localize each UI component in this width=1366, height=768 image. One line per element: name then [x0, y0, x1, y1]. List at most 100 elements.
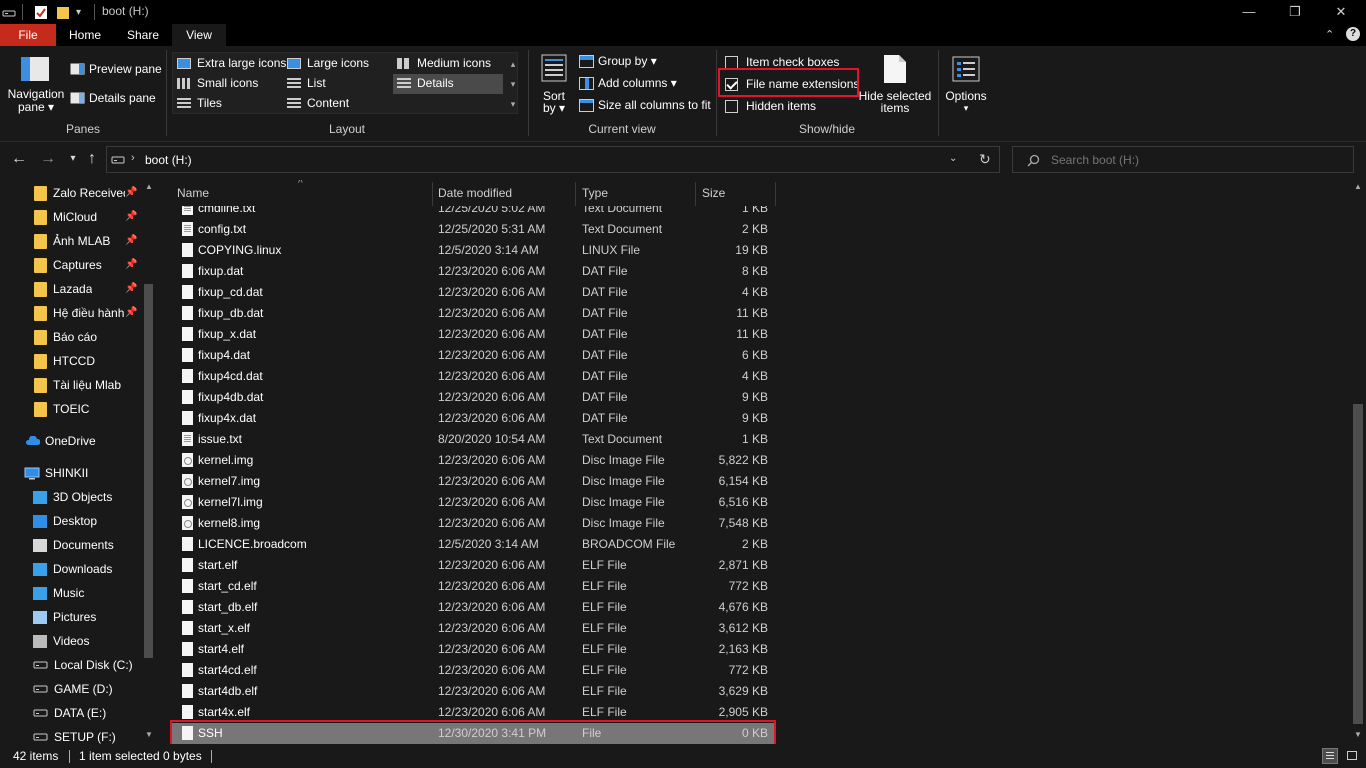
- scroll-up-icon[interactable]: ▲: [1354, 182, 1362, 191]
- sidebar-item-pc[interactable]: Videos: [0, 630, 142, 652]
- item-check-boxes-checkbox[interactable]: [725, 55, 738, 69]
- file-row[interactable]: COPYING.linux 12/5/2020 3:14 AM LINUX Fi…: [172, 240, 774, 261]
- sidebar-item-quick-access[interactable]: MiCloud: [0, 206, 142, 228]
- file-row[interactable]: issue.txt 8/20/2020 10:54 AM Text Docume…: [172, 429, 774, 450]
- tab-home[interactable]: Home: [56, 24, 114, 46]
- sidebar-item-quick-access[interactable]: Hệ điều hành: [0, 302, 142, 324]
- sidebar-item-pc[interactable]: GAME (D:): [0, 678, 142, 700]
- sidebar-item-quick-access[interactable]: Captures: [0, 254, 142, 276]
- file-row[interactable]: kernel7.img 12/23/2020 6:06 AM Disc Imag…: [172, 471, 774, 492]
- sidebar-item-this-pc[interactable]: SHINKII: [0, 462, 142, 484]
- file-row[interactable]: kernel.img 12/23/2020 6:06 AM Disc Image…: [172, 450, 774, 471]
- sort-by-button[interactable]: Sort by ▾: [536, 52, 572, 118]
- sidebar-item-pc[interactable]: 3D Objects: [0, 486, 142, 508]
- scroll-up-icon[interactable]: ▲: [145, 182, 153, 191]
- file-row[interactable]: kernel7l.img 12/23/2020 6:06 AM Disc Ima…: [172, 492, 774, 513]
- refresh-icon[interactable]: ↻: [979, 151, 991, 168]
- file-row[interactable]: start_cd.elf 12/23/2020 6:06 AM ELF File…: [172, 576, 774, 597]
- sidebar-item-pc[interactable]: Documents: [0, 534, 142, 556]
- file-row[interactable]: fixup4.dat 12/23/2020 6:06 AM DAT File 6…: [172, 345, 774, 366]
- search-box[interactable]: [1012, 146, 1354, 173]
- collapse-ribbon-icon[interactable]: ⌃: [1325, 28, 1334, 41]
- sidebar-item-pc[interactable]: Downloads: [0, 558, 142, 580]
- file-row[interactable]: fixup.dat 12/23/2020 6:06 AM DAT File 8 …: [172, 261, 774, 282]
- column-header-name[interactable]: Name: [177, 186, 209, 202]
- sidebar-item-onedrive[interactable]: OneDrive: [0, 430, 142, 452]
- column-header-type[interactable]: Type: [582, 186, 608, 202]
- recent-locations-chevron-icon[interactable]: ▾: [63, 149, 83, 169]
- search-input[interactable]: [1051, 151, 1341, 169]
- sidebar-item-pc[interactable]: Music: [0, 582, 142, 604]
- details-view-icon[interactable]: [1322, 748, 1338, 764]
- properties-icon[interactable]: [34, 4, 48, 20]
- sidebar-item-quick-access[interactable]: HTCCD: [0, 350, 142, 372]
- back-arrow-icon[interactable]: ←: [9, 149, 29, 169]
- column-header-size[interactable]: Size: [702, 186, 725, 202]
- layout-medium-icons[interactable]: Medium icons: [397, 56, 491, 70]
- scroll-down-icon[interactable]: ▼: [145, 730, 153, 739]
- hidden-items-toggle[interactable]: Hidden items: [725, 99, 816, 113]
- customize-qat-icon[interactable]: ▾: [76, 4, 81, 20]
- sidebar-item-quick-access[interactable]: Tài liệu Mlab: [0, 374, 142, 396]
- navigation-pane-button[interactable]: Navigation pane ▾: [6, 50, 66, 118]
- breadcrumb[interactable]: boot (H:): [145, 153, 192, 167]
- sidebar-item-quick-access[interactable]: TOEIC: [0, 398, 142, 420]
- new-folder-icon[interactable]: [56, 4, 70, 20]
- file-row[interactable]: LICENCE.broadcom 12/5/2020 3:14 AM BROAD…: [172, 534, 774, 555]
- vertical-scrollbar[interactable]: ▲ ▼: [1350, 180, 1366, 744]
- file-row[interactable]: start4db.elf 12/23/2020 6:06 AM ELF File…: [172, 681, 774, 702]
- tab-file[interactable]: File: [0, 24, 56, 46]
- file-row[interactable]: fixup_db.dat 12/23/2020 6:06 AM DAT File…: [172, 303, 774, 324]
- address-bar[interactable]: › boot (H:) ⌄ ↻: [106, 146, 1000, 173]
- column-divider[interactable]: [695, 182, 696, 206]
- details-pane-button[interactable]: Details pane: [70, 91, 156, 105]
- sidebar-scrollbar-thumb[interactable]: [144, 284, 153, 658]
- breadcrumb-chevron-icon[interactable]: ›: [131, 152, 135, 164]
- help-icon[interactable]: ?: [1346, 27, 1360, 41]
- layout-content[interactable]: Content: [287, 96, 349, 110]
- hide-selected-items-button[interactable]: Hide selected items: [858, 52, 932, 118]
- large-icons-view-icon[interactable]: [1344, 748, 1360, 764]
- sidebar-item-pc[interactable]: SETUP (F:): [0, 726, 142, 744]
- file-row[interactable]: fixup4db.dat 12/23/2020 6:06 AM DAT File…: [172, 387, 774, 408]
- layout-large-icons[interactable]: Large icons: [287, 56, 369, 70]
- column-divider[interactable]: [775, 182, 776, 206]
- file-row[interactable]: fixup_cd.dat 12/23/2020 6:06 AM DAT File…: [172, 282, 774, 303]
- sidebar-item-pc[interactable]: DATA (E:): [0, 702, 142, 724]
- file-row[interactable]: start4cd.elf 12/23/2020 6:06 AM ELF File…: [172, 660, 774, 681]
- file-row[interactable]: start_x.elf 12/23/2020 6:06 AM ELF File …: [172, 618, 774, 639]
- scroll-down-icon[interactable]: ▼: [1354, 730, 1362, 739]
- up-arrow-icon[interactable]: ↑: [82, 149, 102, 169]
- file-row[interactable]: config.txt 12/25/2020 5:31 AM Text Docum…: [172, 219, 774, 240]
- sidebar-item-quick-access[interactable]: Zalo Received: [0, 182, 142, 204]
- sidebar-item-pc[interactable]: Local Disk (C:): [0, 654, 142, 676]
- sidebar-item-pc[interactable]: Pictures: [0, 606, 142, 628]
- add-columns-button[interactable]: Add columns ▾: [579, 76, 677, 90]
- preview-pane-button[interactable]: Preview pane: [70, 62, 162, 76]
- sidebar-item-quick-access[interactable]: Báo cáo: [0, 326, 142, 348]
- file-row[interactable]: fixup_x.dat 12/23/2020 6:06 AM DAT File …: [172, 324, 774, 345]
- options-button[interactable]: Options ▾: [942, 52, 990, 118]
- tab-view[interactable]: View: [172, 24, 226, 46]
- minimize-button[interactable]: —: [1226, 0, 1272, 24]
- forward-arrow-icon[interactable]: →: [38, 149, 58, 169]
- group-by-button[interactable]: Group by ▾: [579, 54, 657, 68]
- sidebar-item-pc[interactable]: Desktop: [0, 510, 142, 532]
- layout-scroll-icons[interactable]: ▴ ▾ ▾: [508, 54, 518, 114]
- file-row[interactable]: kernel8.img 12/23/2020 6:06 AM Disc Imag…: [172, 513, 774, 534]
- tab-share[interactable]: Share: [114, 24, 172, 46]
- layout-details[interactable]: Details: [397, 76, 454, 90]
- sidebar-item-quick-access[interactable]: Lazada: [0, 278, 142, 300]
- file-row[interactable]: fixup4x.dat 12/23/2020 6:06 AM DAT File …: [172, 408, 774, 429]
- item-check-boxes-toggle[interactable]: Item check boxes: [725, 55, 839, 69]
- file-row[interactable]: start_db.elf 12/23/2020 6:06 AM ELF File…: [172, 597, 774, 618]
- size-all-columns-button[interactable]: Size all columns to fit: [579, 98, 711, 112]
- close-button[interactable]: ✕: [1318, 0, 1364, 24]
- maximize-button[interactable]: ❐: [1272, 0, 1318, 24]
- layout-small-icons[interactable]: Small icons: [177, 76, 258, 90]
- file-row[interactable]: start.elf 12/23/2020 6:06 AM ELF File 2,…: [172, 555, 774, 576]
- hidden-items-checkbox[interactable]: [725, 99, 738, 113]
- sidebar-item-quick-access[interactable]: Ảnh MLAB: [0, 230, 142, 252]
- address-history-chevron-icon[interactable]: ⌄: [949, 153, 957, 164]
- layout-extra-large-icons[interactable]: Extra large icons: [177, 56, 286, 70]
